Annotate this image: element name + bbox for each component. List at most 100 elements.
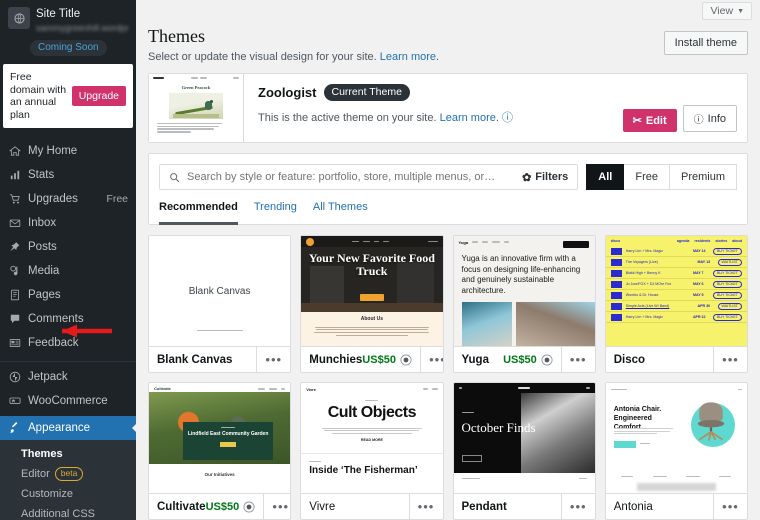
theme-card-footer: Cultivate US$50 ••• [149,493,291,519]
theme-card-footer: Pendant ••• [453,493,595,519]
sidebar-item-media[interactable]: Media [0,259,136,283]
sidebar-item-inbox[interactable]: Inbox [0,211,136,235]
preview-list-item: Simple Acts (Live W/ Band) APR 30 WAITLI… [605,301,747,312]
install-theme-button[interactable]: Install theme [663,31,748,56]
ellipsis-icon[interactable]: ••• [256,347,290,372]
row-name: The Voyagers (Live) [625,260,658,264]
preview-nav-item: about [732,239,742,243]
theme-card-blank-canvas[interactable]: Blank Canvas Blank Canvas ••• [148,235,292,373]
sidebar-item-woocommerce[interactable]: WooCommerce [0,389,136,413]
sidebar-item-editor[interactable]: Editor beta [0,464,136,484]
row-name: Wombo & Dr. House [625,293,659,297]
sidebar-item-pages[interactable]: Pages [0,283,136,307]
theme-browser-panel: ✿ Filters All Free Premium Recommended T… [148,153,748,225]
sidebar-label: Posts [28,241,57,253]
theme-card-vivre[interactable]: Vivre Cult Objects READ MORE Inside ‘The… [300,382,444,520]
preview-list-item: Harry Lim + Mrs. Magic MAY 14 BUY TICKET [605,246,747,257]
filter-free-button[interactable]: Free [624,164,670,190]
filter-all-button[interactable]: All [586,164,625,190]
theme-preview[interactable]: Cultivate Lindfield East Community Garde… [149,383,291,493]
sidebar-item-appearance[interactable]: Appearance [0,416,136,440]
site-url: sammygreenhill.wordpress.com [36,23,128,33]
preview-subheadline: Inside ‘The Fisherman’ [309,465,418,477]
theme-preview[interactable]: Vivre Cult Objects READ MORE Inside ‘The… [301,383,443,493]
info-label: Info [707,112,726,125]
stats-icon [8,169,21,181]
preview-list-item: Jo JoonFOX + DJ MOre Fox MAY 6 BUY TICKE… [605,279,747,290]
sidebar-item-upgrades[interactable]: Upgrades Free [0,187,136,211]
theme-card-pendant[interactable]: October Finds Pendant ••• [452,382,596,520]
filters-button[interactable]: ✿ Filters [522,171,568,184]
preview-list-item: Harry Lim + Mrs. Magic APR 22 BUY TICKET [605,312,747,323]
edit-label: Edit [645,114,667,127]
edit-theme-button[interactable]: ✂ Edit [622,109,677,132]
site-globe-icon [8,7,30,29]
ellipsis-icon[interactable]: ••• [713,494,747,519]
current-theme-desc-period: . [495,112,499,125]
sidebar-label: Appearance [28,422,91,434]
pin-icon [8,241,21,253]
sidebar-item-my-home[interactable]: My Home [0,139,136,163]
upsell-text: Free domain with an annual plan [10,71,67,121]
theme-preview[interactable]: Blank Canvas [149,236,291,346]
theme-card-munchies[interactable]: Your New Favorite Food Truck About Us Mu… [300,235,444,373]
theme-preview[interactable]: disco agenda residents stories about Har… [605,236,747,346]
sidebar-item-comments[interactable]: Comments [0,307,136,331]
filters-label: Filters [535,171,569,183]
coming-soon-row: Coming Soon [0,38,136,64]
sidebar-item-jetpack[interactable]: Jetpack [0,365,136,389]
sidebar-item-themes[interactable]: Themes [0,444,136,464]
theme-card-footer: Disco ••• [605,346,747,372]
current-theme-name: Zoologist [258,85,317,101]
search-box[interactable]: ✿ Filters [159,164,579,190]
status-badge-coming-soon[interactable]: Coming Soon [30,40,107,56]
current-theme-thumbnail[interactable]: Green Peacock [149,74,244,142]
ellipsis-icon[interactable]: ••• [560,347,595,372]
theme-card-disco[interactable]: disco agenda residents stories about Har… [604,235,748,373]
row-cta: BUY TICKET [712,280,742,288]
row-cta: WAITLIST [717,302,742,310]
ellipsis-icon[interactable]: ••• [560,494,595,519]
row-cta: BUY TICKET [712,291,742,299]
preview-label: Blank Canvas [188,285,251,297]
info-circle-icon: ⓘ [693,115,704,126]
theme-card-yuga[interactable]: Yuga Yuga is an innovative firm with a f… [452,235,596,373]
theme-card-antonia[interactable]: Antonia Chair. Engineered Comfort [604,382,748,520]
upgrade-button[interactable]: Upgrade [71,86,126,106]
theme-info-button[interactable]: ⓘ Info [682,105,737,132]
theme-card-cultivate[interactable]: Cultivate Lindfield East Community Garde… [148,382,292,520]
ellipsis-icon[interactable]: ••• [419,347,442,372]
tab-recommended[interactable]: Recommended [159,201,238,225]
sidebar-item-feedback[interactable]: Feedback [0,331,136,355]
ellipsis-icon[interactable]: ••• [263,494,290,519]
theme-preview[interactable]: Antonia Chair. Engineered Comfort [605,383,747,493]
preview-headline: Cult Objects [327,404,417,422]
theme-preview[interactable]: Your New Favorite Food Truck About Us [301,236,443,346]
theme-preview[interactable]: Yuga Yuga is an innovative firm with a f… [453,236,595,346]
filters-gear-icon: ✿ [522,171,532,184]
info-circle-small-icon[interactable]: ⓘ [502,112,513,124]
submenu-label: Customize [21,488,73,500]
current-theme-learn-more-link[interactable]: Learn more [440,112,496,124]
sidebar-label: Inbox [28,217,57,229]
view-dropdown-button[interactable]: View ▼ [702,2,752,21]
page-learn-more-link[interactable]: Learn more [380,51,436,63]
tab-trending[interactable]: Trending [254,201,297,225]
preview-list-item: The Voyagers (Live) MAY 13 WAITLIST [605,257,747,268]
theme-grid: Blank Canvas Blank Canvas ••• Your New F… [136,225,760,520]
ellipsis-icon[interactable]: ••• [713,347,747,372]
ellipsis-icon[interactable]: ••• [408,494,443,519]
sidebar-item-posts[interactable]: Posts [0,235,136,259]
sidebar-item-stats[interactable]: Stats [0,163,136,187]
sidebar-group-modules: Jetpack WooCommerce [0,362,136,416]
search-row: ✿ Filters All Free Premium [159,164,737,190]
sidebar-item-additional-css[interactable]: Additional CSS [0,504,136,520]
search-input[interactable] [187,171,516,183]
tab-all-themes[interactable]: All Themes [313,201,368,225]
theme-preview[interactable]: October Finds [453,383,595,493]
site-header[interactable]: Site Title sammygreenhill.wordpress.com [0,0,136,38]
sidebar-item-customize[interactable]: Customize [0,484,136,504]
site-title: Site Title [36,8,81,20]
row-date: APR 30 [697,304,711,308]
filter-premium-button[interactable]: Premium [669,164,737,190]
